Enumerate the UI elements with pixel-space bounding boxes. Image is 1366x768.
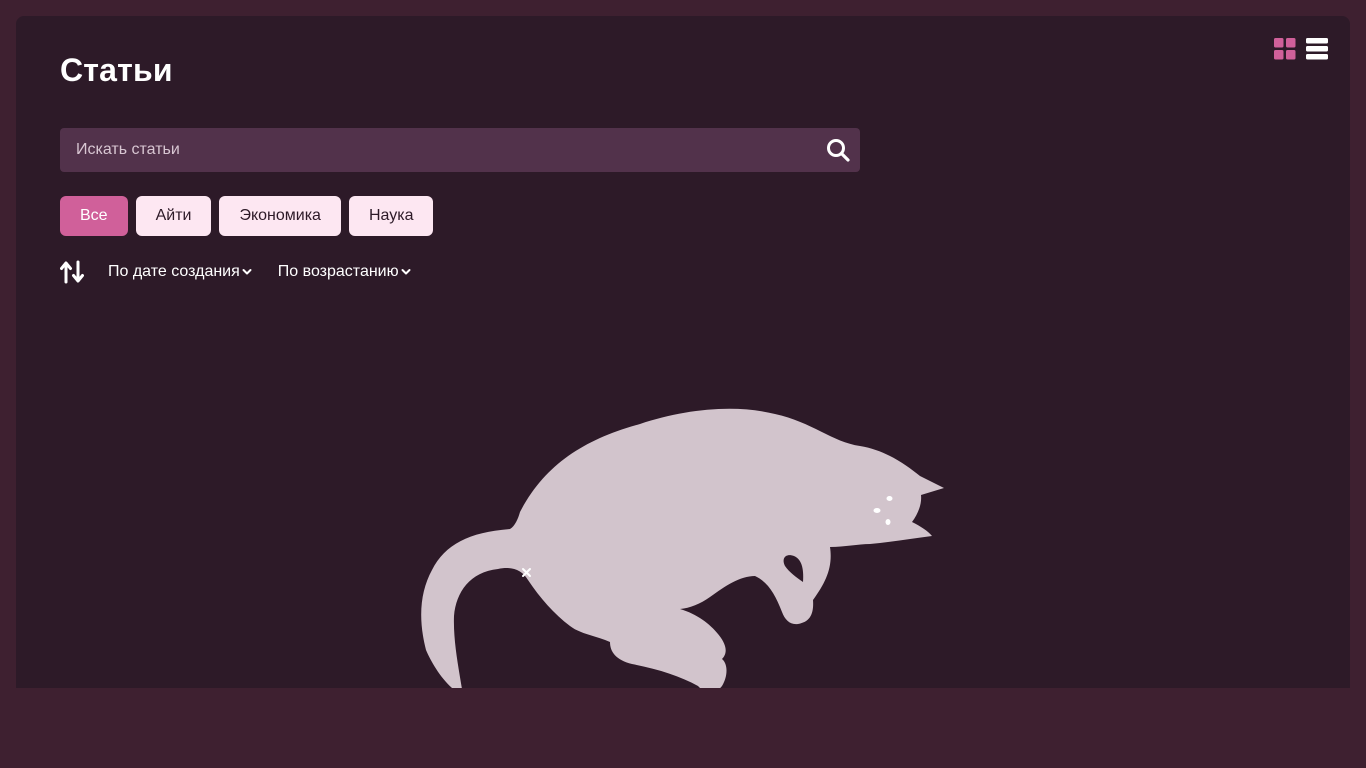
chevron-down-icon: [242, 269, 252, 275]
list-view-button[interactable]: [1306, 38, 1328, 60]
grid-view-button[interactable]: [1274, 38, 1296, 60]
list-view-icon: [1306, 38, 1328, 60]
search-icon: [827, 139, 850, 162]
sort-arrows-icon: [60, 260, 84, 284]
search-bar: [60, 128, 860, 172]
articles-panel: Статьи Все Айти Экономика Наука По дате …: [16, 16, 1350, 688]
sort-field-select[interactable]: По дате создания: [108, 263, 252, 281]
cat-illustration: [421, 408, 944, 688]
sort-direction-button[interactable]: [60, 260, 84, 284]
tag-science[interactable]: Наука: [348, 196, 434, 236]
tag-all[interactable]: Все: [60, 196, 128, 236]
view-toggle: [1274, 38, 1328, 60]
grid-view-icon: [1274, 38, 1296, 60]
tag-economics[interactable]: Экономика: [219, 196, 341, 236]
chevron-down-icon: [401, 269, 411, 275]
category-filters: Все Айти Экономика Наука: [60, 196, 434, 236]
search-button[interactable]: [816, 128, 860, 172]
sort-order-select[interactable]: По возрастанию: [278, 263, 411, 281]
sort-field-label: По дате создания: [108, 263, 240, 280]
tag-it[interactable]: Айти: [135, 196, 212, 236]
search-input[interactable]: [60, 128, 816, 172]
sort-order-label: По возрастанию: [277, 263, 399, 280]
page-title: Статьи: [60, 52, 173, 88]
sort-bar: По дате создания По возрастанию: [60, 260, 437, 284]
